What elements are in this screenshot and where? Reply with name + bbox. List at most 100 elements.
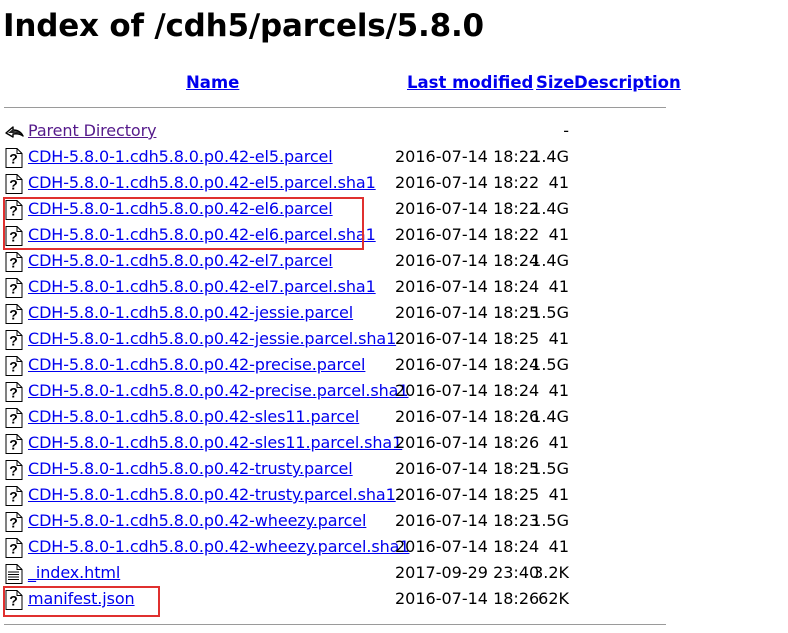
unknown-file-icon[interactable]: ? [5, 486, 23, 506]
file-link[interactable]: CDH-5.8.0-1.cdh5.8.0.p0.42-el5.parcel [28, 147, 333, 166]
size-cell: 1.5G [531, 459, 569, 478]
last-modified-cell: 2016-07-14 18:25 [395, 485, 540, 504]
size-cell: 1.5G [531, 355, 569, 374]
table-row: ? CDH-5.8.0-1.cdh5.8.0.p0.42-el5.parcel 20… [0, 145, 600, 171]
file-link[interactable]: CDH-5.8.0-1.cdh5.8.0.p0.42-trusty.parcel… [28, 485, 396, 504]
parent-directory-row: Parent Directory - [0, 119, 600, 145]
file-link[interactable]: CDH-5.8.0-1.cdh5.8.0.p0.42-jessie.parcel… [28, 329, 396, 348]
size-cell: 41 [548, 225, 569, 244]
column-header-description[interactable]: Description [574, 73, 681, 92]
annotation-box-el6 [3, 197, 364, 250]
svg-text:?: ? [9, 411, 18, 427]
unknown-file-icon[interactable]: ? [5, 434, 23, 454]
table-row: ? CDH-5.8.0-1.cdh5.8.0.p0.42-precise.parc… [0, 353, 600, 379]
svg-text:?: ? [9, 541, 18, 557]
size-cell: 3.2K [533, 563, 569, 582]
last-modified-cell: 2016-07-14 18:25 [395, 329, 540, 348]
file-link[interactable]: CDH-5.8.0-1.cdh5.8.0.p0.42-wheezy.parcel [28, 511, 366, 530]
file-link[interactable]: CDH-5.8.0-1.cdh5.8.0.p0.42-precise.parce… [28, 355, 366, 374]
last-modified-cell: 2016-07-14 18:22 [395, 199, 540, 218]
unknown-file-icon[interactable]: ? [5, 460, 23, 480]
column-header-last-modified[interactable]: Last modified [407, 73, 533, 92]
unknown-file-icon[interactable]: ? [5, 356, 23, 376]
last-modified-cell: 2016-07-14 18:23 [395, 511, 540, 530]
column-header-size[interactable]: Size [536, 73, 574, 92]
svg-text:?: ? [9, 281, 18, 297]
last-modified-cell: 2016-07-14 18:24 [395, 381, 540, 400]
footer-divider [4, 624, 666, 625]
table-row: ? CDH-5.8.0-1.cdh5.8.0.p0.42-jessie.parce… [0, 301, 600, 327]
last-modified-cell: 2016-07-14 18:24 [395, 277, 540, 296]
last-modified-cell: 2016-07-14 18:24 [395, 355, 540, 374]
last-modified-cell: 2016-07-14 18:26 [395, 433, 540, 452]
last-modified-cell: 2016-07-14 18:22 [395, 225, 540, 244]
file-link[interactable]: CDH-5.8.0-1.cdh5.8.0.p0.42-sles11.parcel [28, 407, 359, 426]
svg-text:?: ? [9, 151, 18, 167]
unknown-file-icon[interactable]: ? [5, 538, 23, 558]
file-link[interactable]: CDH-5.8.0-1.cdh5.8.0.p0.42-el5.parcel.sh… [28, 173, 376, 192]
size-cell: 41 [548, 277, 569, 296]
text-file-icon[interactable] [5, 564, 23, 584]
svg-text:?: ? [9, 489, 18, 505]
last-modified-cell: 2017-09-29 23:40 [395, 563, 540, 582]
svg-text:?: ? [9, 515, 18, 531]
size-cell: 1.4G [531, 199, 569, 218]
unknown-file-icon[interactable]: ? [5, 304, 23, 324]
size-cell: 41 [548, 485, 569, 504]
page-title: Index of /cdh5/parcels/5.8.0 [3, 8, 484, 44]
size-cell: 1.4G [531, 251, 569, 270]
svg-text:?: ? [9, 307, 18, 323]
size-cell: 41 [548, 537, 569, 556]
table-row: _index.html 2017-09-29 23:40 3.2K [0, 561, 600, 587]
size-cell: 1.5G [531, 511, 569, 530]
file-link[interactable]: CDH-5.8.0-1.cdh5.8.0.p0.42-jessie.parcel [28, 303, 353, 322]
svg-text:?: ? [9, 385, 18, 401]
size-cell: 41 [548, 433, 569, 452]
file-link[interactable]: CDH-5.8.0-1.cdh5.8.0.p0.42-precise.parce… [28, 381, 409, 400]
size-cell: 62K [538, 589, 569, 608]
file-link[interactable]: CDH-5.8.0-1.cdh5.8.0.p0.42-wheezy.parcel… [28, 537, 410, 556]
size-cell: 1.4G [531, 147, 569, 166]
table-row: ? CDH-5.8.0-1.cdh5.8.0.p0.42-el7.parcel.s… [0, 275, 600, 301]
unknown-file-icon[interactable]: ? [5, 148, 23, 168]
size-cell: 1.4G [531, 407, 569, 426]
header-divider [4, 107, 666, 108]
svg-text:?: ? [9, 437, 18, 453]
size-cell: 41 [548, 173, 569, 192]
table-row: ? CDH-5.8.0-1.cdh5.8.0.p0.42-sles11.parce… [0, 431, 600, 457]
unknown-file-icon[interactable]: ? [5, 382, 23, 402]
size-cell: 41 [548, 381, 569, 400]
unknown-file-icon[interactable]: ? [5, 278, 23, 298]
size-cell: 41 [548, 329, 569, 348]
file-link[interactable]: _index.html [28, 563, 120, 582]
unknown-file-icon[interactable]: ? [5, 252, 23, 272]
unknown-file-icon[interactable]: ? [5, 174, 23, 194]
last-modified-cell: 2016-07-14 18:26 [395, 589, 540, 608]
table-row: ? CDH-5.8.0-1.cdh5.8.0.p0.42-jessie.parce… [0, 327, 600, 353]
last-modified-cell: 2016-07-14 18:25 [395, 303, 540, 322]
svg-text:?: ? [9, 333, 18, 349]
file-link[interactable]: CDH-5.8.0-1.cdh5.8.0.p0.42-el7.parcel.sh… [28, 277, 376, 296]
last-modified-cell: 2016-07-14 18:24 [395, 251, 540, 270]
unknown-file-icon[interactable]: ? [5, 512, 23, 532]
last-modified-cell: 2016-07-14 18:24 [395, 537, 540, 556]
file-link[interactable]: CDH-5.8.0-1.cdh5.8.0.p0.42-trusty.parcel [28, 459, 353, 478]
last-modified-cell: 2016-07-14 18:22 [395, 173, 540, 192]
svg-text:?: ? [9, 463, 18, 479]
parent-directory-link[interactable]: Parent Directory [28, 121, 157, 140]
svg-text:?: ? [9, 255, 18, 271]
annotation-box-manifest [3, 586, 160, 617]
table-row: ? CDH-5.8.0-1.cdh5.8.0.p0.42-sles11.parce… [0, 405, 600, 431]
back-arrow-icon[interactable] [5, 122, 24, 142]
table-row: ? CDH-5.8.0-1.cdh5.8.0.p0.42-wheezy.parce… [0, 509, 600, 535]
last-modified-cell: 2016-07-14 18:26 [395, 407, 540, 426]
file-link[interactable]: CDH-5.8.0-1.cdh5.8.0.p0.42-sles11.parcel… [28, 433, 402, 452]
file-link[interactable]: CDH-5.8.0-1.cdh5.8.0.p0.42-el7.parcel [28, 251, 333, 270]
column-header-name[interactable]: Name [186, 73, 239, 92]
unknown-file-icon[interactable]: ? [5, 330, 23, 350]
last-modified-cell: 2016-07-14 18:22 [395, 147, 540, 166]
unknown-file-icon[interactable]: ? [5, 408, 23, 428]
table-row: ? CDH-5.8.0-1.cdh5.8.0.p0.42-trusty.parce… [0, 457, 600, 483]
last-modified-cell: 2016-07-14 18:25 [395, 459, 540, 478]
svg-text:?: ? [9, 359, 18, 375]
